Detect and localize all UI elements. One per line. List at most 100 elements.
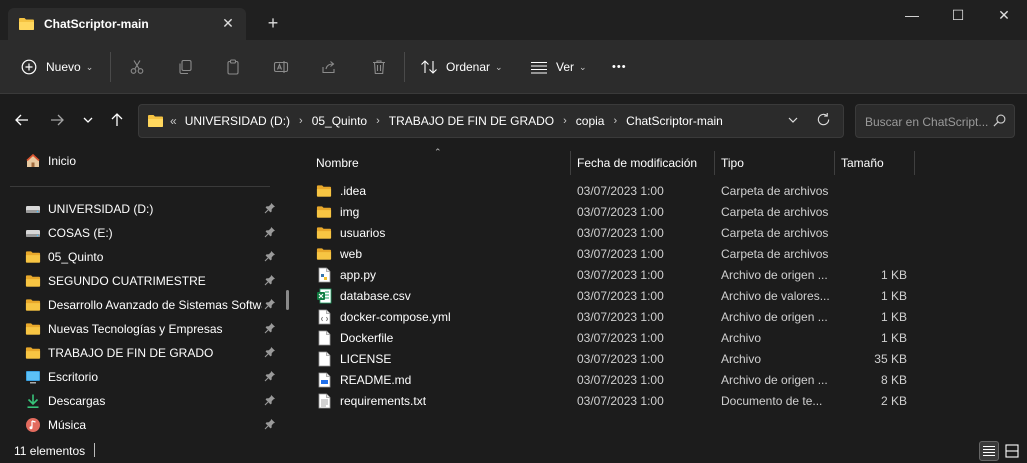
sidebar-item[interactable]: UNIVERSIDAD (D:) xyxy=(24,198,282,220)
share-button[interactable] xyxy=(320,56,346,78)
sidebar-item-label: TRABAJO DE FIN DE GRADO xyxy=(48,346,214,360)
pin-icon[interactable] xyxy=(264,202,276,214)
file-row[interactable]: docker-compose.yml 03/07/2023 1:00 Archivo… xyxy=(312,306,932,327)
sidebar-item-home[interactable]: Inicio xyxy=(24,150,282,172)
cut-button[interactable] xyxy=(128,56,154,78)
view-button[interactable]: Ver ⌄ xyxy=(530,56,587,78)
python-file-icon xyxy=(316,267,332,283)
sidebar-item[interactable]: Desarrollo Avanzado de Sistemas Software xyxy=(24,294,282,316)
breadcrumb-item-chatscriptor-main[interactable]: ChatScriptor-main xyxy=(626,114,723,128)
breadcrumb-item-universidad[interactable]: UNIVERSIDAD (D:) xyxy=(185,114,290,128)
breadcrumb-item-trabajo[interactable]: TRABAJO DE FIN DE GRADO xyxy=(389,114,554,128)
column-header-size[interactable]: Tamaño xyxy=(834,149,914,177)
pin-icon[interactable] xyxy=(264,370,276,382)
address-bar[interactable]: « UNIVERSIDAD (D:) › 05_Quinto › TRABAJO… xyxy=(138,104,844,138)
column-divider[interactable] xyxy=(914,151,915,175)
file-type: Archivo xyxy=(721,352,762,366)
address-history-button[interactable] xyxy=(787,114,799,129)
sort-icon xyxy=(420,58,438,76)
sidebar-item-label: SEGUNDO CUATRIMESTRE xyxy=(48,274,206,288)
sidebar-item[interactable]: Música xyxy=(24,414,282,436)
recent-locations-button[interactable] xyxy=(78,112,98,132)
file-list: ⌃ Nombre Fecha de modificación Tipo Tama… xyxy=(300,147,1027,438)
file-date: 03/07/2023 1:00 xyxy=(577,247,664,261)
pin-icon[interactable] xyxy=(264,250,276,262)
folder-icon xyxy=(24,297,42,313)
details-view-button[interactable] xyxy=(979,441,999,461)
file-row[interactable]: web 03/07/2023 1:00 Carpeta de archivos xyxy=(312,243,932,264)
minimize-button[interactable]: — xyxy=(889,0,935,32)
pin-icon[interactable] xyxy=(264,346,276,358)
back-button[interactable] xyxy=(12,112,32,132)
refresh-button[interactable] xyxy=(816,112,831,131)
sidebar-item[interactable]: TRABAJO DE FIN DE GRADO xyxy=(24,342,282,364)
chevron-right-icon[interactable]: › xyxy=(563,115,567,127)
new-button[interactable]: Nuevo ⌄ xyxy=(20,56,93,78)
sidebar-item[interactable]: Nuevas Tecnologías y Empresas xyxy=(24,318,282,340)
file-row[interactable]: LICENSE 03/07/2023 1:00 Archivo 35 KB xyxy=(312,348,932,369)
sidebar-item[interactable]: Escritorio xyxy=(24,366,282,388)
column-header-type[interactable]: Tipo xyxy=(714,149,834,177)
file-row[interactable]: img 03/07/2023 1:00 Carpeta de archivos xyxy=(312,201,932,222)
column-header-date[interactable]: Fecha de modificación xyxy=(570,149,714,177)
sidebar-item[interactable]: Descargas xyxy=(24,390,282,412)
sidebar-item[interactable]: SEGUNDO CUATRIMESTRE xyxy=(24,270,282,292)
file-size: 1 KB xyxy=(880,310,907,324)
file-name-cell: img xyxy=(316,201,359,222)
folder-icon xyxy=(316,183,332,199)
chevron-right-icon[interactable]: › xyxy=(613,115,617,127)
file-type: Archivo de origen ... xyxy=(721,310,828,324)
forward-button[interactable] xyxy=(47,112,67,132)
new-label: Nuevo xyxy=(46,60,81,74)
pin-icon[interactable] xyxy=(264,298,276,310)
column-header-name[interactable]: Nombre xyxy=(309,149,569,177)
folder-icon xyxy=(316,246,332,262)
pin-icon[interactable] xyxy=(264,274,276,286)
text-file-icon xyxy=(316,393,332,409)
file-size: 8 KB xyxy=(880,373,907,387)
file-row[interactable]: requirements.txt 03/07/2023 1:00 Documento… xyxy=(312,390,932,411)
maximize-button[interactable]: ☐ xyxy=(935,0,981,32)
tab-chatscriptor-main[interactable]: ChatScriptor-main ✕ xyxy=(8,8,246,40)
file-row[interactable]: usuarios 03/07/2023 1:00 Carpeta de archiv… xyxy=(312,222,932,243)
new-tab-button[interactable]: + xyxy=(264,14,282,32)
breadcrumb-overflow[interactable]: « xyxy=(170,114,177,128)
breadcrumb-item-05-quinto[interactable]: 05_Quinto xyxy=(312,114,367,128)
sidebar-scrollbar[interactable] xyxy=(286,290,289,310)
sidebar-item[interactable]: 05_Quinto xyxy=(24,246,282,268)
file-date: 03/07/2023 1:00 xyxy=(577,268,664,282)
chevron-right-icon[interactable]: › xyxy=(376,115,380,127)
file-row[interactable]: app.py 03/07/2023 1:00 Archivo de origen .… xyxy=(312,264,932,285)
chevron-right-icon[interactable]: › xyxy=(299,115,303,127)
arrow-right-icon xyxy=(51,114,64,126)
pin-icon[interactable] xyxy=(264,322,276,334)
file-type: Carpeta de archivos xyxy=(721,184,829,198)
up-button[interactable] xyxy=(107,112,127,132)
tiles-view-button[interactable] xyxy=(1002,441,1022,461)
sidebar-item[interactable]: COSAS (E:) xyxy=(24,222,282,244)
item-count: 11 elementos xyxy=(14,444,86,458)
download-icon xyxy=(24,393,42,409)
copy-button[interactable] xyxy=(176,56,202,78)
more-options-button[interactable]: ••• xyxy=(612,56,627,78)
file-row[interactable]: .idea 03/07/2023 1:00 Carpeta de archivos xyxy=(312,180,932,201)
search-box[interactable]: Buscar en ChatScript... xyxy=(855,104,1015,138)
file-row[interactable]: README.md 03/07/2023 1:00 Archivo de orige… xyxy=(312,369,932,390)
rename-button[interactable] xyxy=(272,56,298,78)
pin-icon[interactable] xyxy=(264,394,276,406)
pin-icon[interactable] xyxy=(264,226,276,238)
breadcrumb-item-copia[interactable]: copia xyxy=(576,114,605,128)
paste-button[interactable] xyxy=(224,56,250,78)
close-window-button[interactable]: ✕ xyxy=(981,0,1027,32)
sort-button[interactable]: Ordenar ⌄ xyxy=(420,56,503,78)
pin-icon[interactable] xyxy=(264,418,276,430)
file-row[interactable]: database.csv 03/07/2023 1:00 Archivo de va… xyxy=(312,285,932,306)
file-row[interactable]: Dockerfile 03/07/2023 1:00 Archivo 1 KB xyxy=(312,327,932,348)
view-icon xyxy=(530,58,548,76)
folder-icon xyxy=(24,249,42,265)
search-input[interactable]: Buscar en ChatScript... xyxy=(865,115,990,129)
file-size: 2 KB xyxy=(880,394,907,408)
tab-close-button[interactable]: ✕ xyxy=(220,15,236,31)
delete-button[interactable] xyxy=(370,56,396,78)
chevron-down-icon: ⌄ xyxy=(579,61,587,72)
